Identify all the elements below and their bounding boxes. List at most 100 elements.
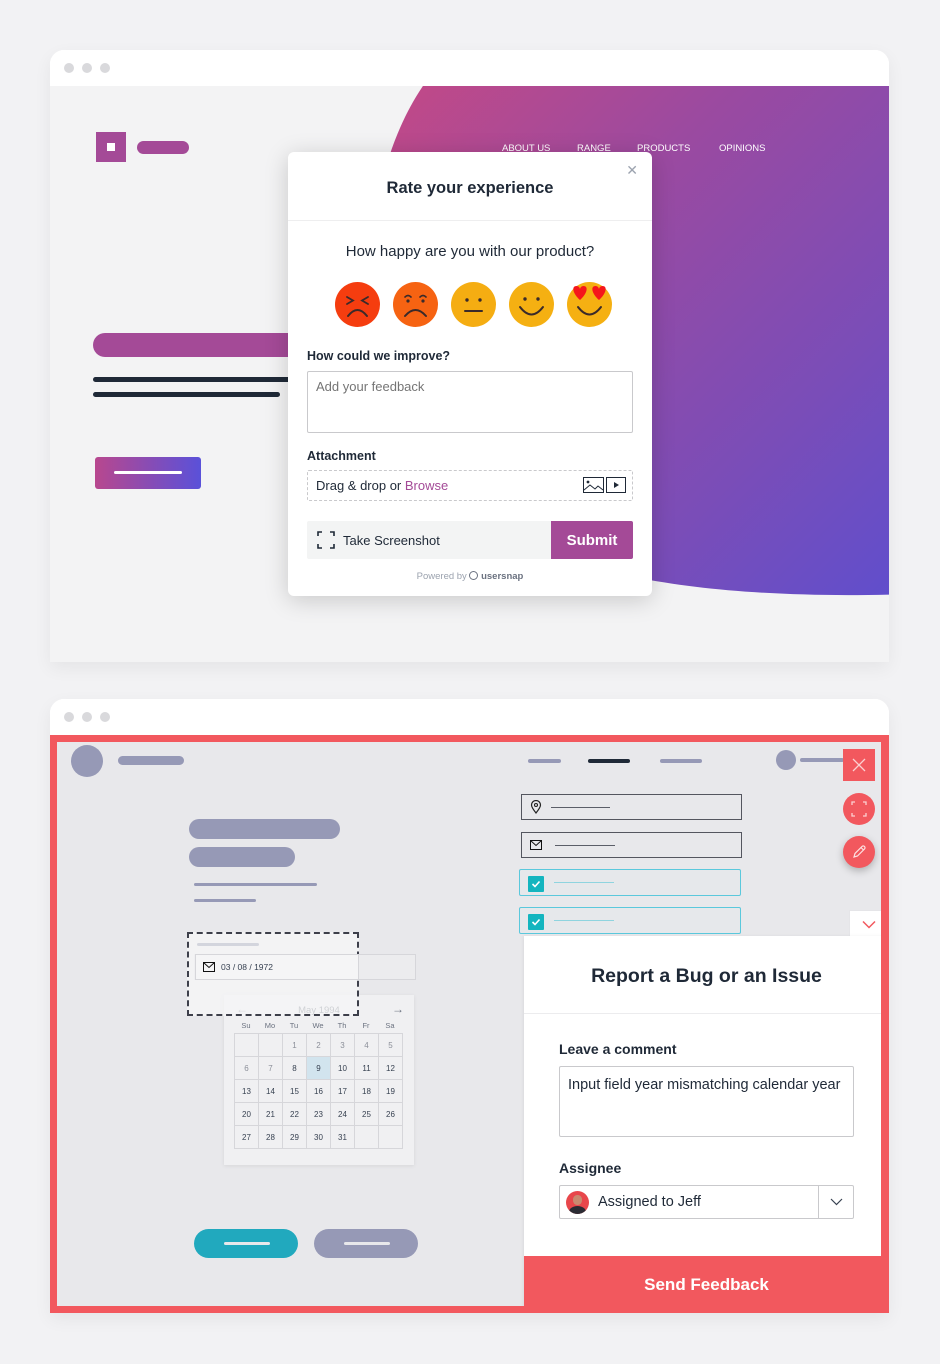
calendar-day[interactable]: 18: [355, 1080, 379, 1103]
nav-placeholder-active[interactable]: [588, 759, 630, 763]
calendar-day[interactable]: 30: [307, 1126, 331, 1149]
weekday-label: Fr: [362, 1021, 370, 1030]
take-screenshot-button[interactable]: Take Screenshot: [307, 521, 552, 559]
send-feedback-button[interactable]: Send Feedback: [524, 1256, 881, 1306]
draw-tool-button[interactable]: [843, 836, 875, 868]
email-input-placeholder[interactable]: [521, 832, 742, 858]
happy-face-icon: [508, 282, 554, 327]
dropzone-text: Drag & drop or: [316, 478, 405, 493]
window-titlebar: [50, 50, 889, 86]
nav-placeholder[interactable]: [660, 759, 702, 763]
close-icon[interactable]: ✕: [626, 162, 638, 179]
calendar-day[interactable]: 24: [331, 1103, 355, 1126]
site-logo-icon: [96, 132, 126, 162]
emoji-rating-group: [294, 282, 652, 327]
date-input-value: 03 / 08 / 1972: [221, 962, 273, 972]
brand-text-placeholder: [118, 756, 184, 765]
comment-label: Leave a comment: [559, 1041, 677, 1057]
checkbox-checked[interactable]: [528, 876, 544, 892]
window-dot: [64, 63, 74, 73]
usersnap-logo-icon: [469, 571, 479, 580]
screenshot-tool-button[interactable]: [843, 793, 875, 825]
calendar-day[interactable]: 31: [331, 1126, 355, 1149]
calendar-day[interactable]: 26: [379, 1103, 403, 1126]
dropdown-toggle[interactable]: [818, 1186, 853, 1218]
calendar-day[interactable]: 28: [259, 1126, 283, 1149]
modal-title: Rate your experience: [288, 152, 652, 221]
browse-link[interactable]: Browse: [405, 478, 448, 493]
weekday-label: Su: [241, 1021, 251, 1030]
comment-textarea[interactable]: Input field year mismatching calendar ye…: [559, 1066, 854, 1137]
calendar-empty-cell: [379, 1126, 403, 1149]
calendar-day[interactable]: 1: [283, 1034, 307, 1057]
annotated-page-mockup: ← May 1994 → SuMoTuWeThFrSa 123456789101…: [50, 735, 889, 1313]
browser-window-rating-demo: ABOUT US RANGE PRODUCTS OPINIONS ✕ Rate …: [50, 50, 889, 662]
rating-sad-button[interactable]: [392, 282, 438, 327]
feedback-textarea[interactable]: [307, 371, 633, 433]
calendar-day[interactable]: 10: [331, 1057, 355, 1080]
calendar-day[interactable]: 20: [235, 1103, 259, 1126]
window-titlebar: [50, 699, 889, 735]
rate-experience-modal: ✕ Rate your experience How happy are you…: [288, 152, 652, 596]
submit-button[interactable]: Submit: [551, 521, 633, 559]
calendar-day[interactable]: 13: [235, 1080, 259, 1103]
hero-cta-button[interactable]: [95, 457, 201, 489]
primary-button-placeholder[interactable]: [194, 1229, 298, 1258]
calendar-day[interactable]: 9: [307, 1057, 331, 1080]
window-dot: [100, 712, 110, 722]
calendar-day[interactable]: 19: [379, 1080, 403, 1103]
powered-by-text: Powered by: [416, 571, 467, 582]
rating-angry-button[interactable]: [334, 282, 380, 327]
arrow-right-icon[interactable]: →: [392, 1002, 404, 1016]
rating-happy-button[interactable]: [508, 282, 554, 327]
calendar-day[interactable]: 22: [283, 1103, 307, 1126]
screenshot-selection-area[interactable]: 03 / 08 / 1972: [187, 932, 359, 1016]
close-icon: [852, 758, 866, 772]
calendar-day[interactable]: 15: [283, 1080, 307, 1103]
close-widget-button[interactable]: [843, 749, 875, 781]
check-icon: [531, 918, 541, 926]
calendar-day[interactable]: 4: [355, 1034, 379, 1057]
calendar-empty-cell: [235, 1034, 259, 1057]
calendar-day[interactable]: 21: [259, 1103, 283, 1126]
window-dot: [82, 712, 92, 722]
checkbox-field-placeholder[interactable]: [519, 907, 741, 934]
hero-heading-placeholder: [93, 333, 313, 357]
rating-neutral-button[interactable]: [450, 282, 496, 327]
calendar-day[interactable]: 23: [307, 1103, 331, 1126]
checkbox-checked[interactable]: [528, 914, 544, 930]
calendar-day[interactable]: 11: [355, 1057, 379, 1080]
calendar-day[interactable]: 7: [259, 1057, 283, 1080]
collapse-panel-button[interactable]: [849, 910, 881, 937]
input-line-placeholder: [555, 845, 615, 846]
video-icon[interactable]: [606, 477, 626, 493]
label-line-placeholder: [554, 920, 614, 921]
calendar-day[interactable]: 16: [307, 1080, 331, 1103]
website-mockup: ABOUT US RANGE PRODUCTS OPINIONS ✕ Rate …: [50, 86, 889, 662]
calendar-day[interactable]: 3: [331, 1034, 355, 1057]
calendar-day[interactable]: 29: [283, 1126, 307, 1149]
attachment-dropzone[interactable]: Drag & drop or Browse: [307, 470, 633, 501]
rating-love-button[interactable]: [566, 282, 612, 327]
nav-opinions[interactable]: OPINIONS: [719, 143, 765, 154]
calendar-day[interactable]: 12: [379, 1057, 403, 1080]
location-input-placeholder[interactable]: [521, 794, 742, 820]
user-avatar-placeholder: [776, 750, 796, 770]
checkbox-field-placeholder[interactable]: [519, 869, 741, 896]
date-input-field[interactable]: 03 / 08 / 1972: [195, 954, 359, 980]
calendar-day[interactable]: 8: [283, 1057, 307, 1080]
calendar-day[interactable]: 2: [307, 1034, 331, 1057]
powered-by-brand: usersnap: [481, 571, 524, 582]
calendar-day[interactable]: 27: [235, 1126, 259, 1149]
calendar-empty-cell: [355, 1126, 379, 1149]
rating-question: How happy are you with our product?: [345, 243, 595, 260]
calendar-day[interactable]: 5: [379, 1034, 403, 1057]
secondary-button-placeholder[interactable]: [314, 1229, 418, 1258]
calendar-day[interactable]: 6: [235, 1057, 259, 1080]
calendar-day[interactable]: 17: [331, 1080, 355, 1103]
image-icon[interactable]: [583, 477, 604, 493]
nav-placeholder[interactable]: [528, 759, 561, 763]
assignee-select[interactable]: Assigned to Jeff: [559, 1185, 854, 1219]
calendar-day[interactable]: 14: [259, 1080, 283, 1103]
calendar-day[interactable]: 25: [355, 1103, 379, 1126]
